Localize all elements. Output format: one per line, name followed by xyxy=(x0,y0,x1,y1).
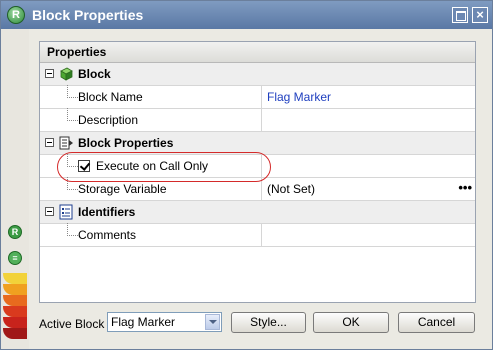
row-execute-on-call-only[interactable]: Execute on Call Only xyxy=(40,154,476,178)
description-value-cell[interactable] xyxy=(261,109,476,131)
close-button[interactable]: × xyxy=(472,7,488,23)
storage-variable-value-cell[interactable]: (Not Set) ••• xyxy=(261,178,476,200)
tree-line xyxy=(67,154,78,167)
category-label: Block xyxy=(78,67,111,81)
ellipsis-button[interactable]: ••• xyxy=(458,180,472,195)
execute-on-call-only-label[interactable]: Execute on Call Only xyxy=(96,159,208,173)
tree-line xyxy=(67,108,78,121)
row-storage-variable[interactable]: Storage Variable (Not Set) ••• xyxy=(40,177,476,201)
rail-r-icon[interactable]: R xyxy=(8,225,22,239)
collapse-toggle-icon[interactable] xyxy=(45,138,54,147)
block-properties-dialog: R Block Properties × R ≡ Properties Bloc… xyxy=(0,0,493,350)
active-block-label: Active Block xyxy=(39,317,105,331)
category-identifiers[interactable]: Identifiers xyxy=(40,201,475,224)
collapse-toggle-icon[interactable] xyxy=(45,69,54,78)
properties-grid: Properties Block Block Name Flag Marker … xyxy=(39,41,476,303)
green-cube-icon xyxy=(60,67,73,81)
category-block-properties[interactable]: Block Properties xyxy=(40,132,475,155)
active-block-select[interactable]: Flag Marker xyxy=(107,312,222,332)
properties-header: Properties xyxy=(40,42,475,63)
comments-value-cell[interactable] xyxy=(261,224,476,246)
execute-on-call-only-checkbox[interactable] xyxy=(78,160,90,172)
property-value-cell[interactable]: Flag Marker xyxy=(261,86,476,108)
color-stripes xyxy=(3,273,27,347)
ok-button[interactable]: OK xyxy=(313,312,389,333)
property-name: Description xyxy=(78,113,139,127)
category-label: Identifiers xyxy=(78,205,136,219)
tree-line xyxy=(67,85,78,98)
storage-variable-value[interactable]: (Not Set) xyxy=(267,182,315,196)
app-logo-icon: R xyxy=(7,6,25,24)
chevron-down-icon[interactable] xyxy=(205,314,220,330)
empty-value-cell xyxy=(261,155,476,177)
maximize-button[interactable] xyxy=(452,7,468,23)
row-comments[interactable]: Comments xyxy=(40,223,476,247)
rail-list-icon[interactable]: ≡ xyxy=(8,251,22,265)
style-button[interactable]: Style... xyxy=(231,312,306,333)
property-name: Comments xyxy=(78,228,137,242)
title-bar[interactable]: R Block Properties × xyxy=(1,1,492,29)
tree-line xyxy=(67,223,78,236)
properties-list-icon xyxy=(59,136,73,150)
active-block-value: Flag Marker xyxy=(111,315,176,329)
property-name: Block Name xyxy=(78,90,143,104)
row-description[interactable]: Description xyxy=(40,108,476,132)
tree-line xyxy=(67,177,78,190)
window-title: Block Properties xyxy=(32,7,144,23)
property-name: Storage Variable xyxy=(78,182,167,196)
row-block-name[interactable]: Block Name Flag Marker xyxy=(40,85,476,109)
category-block[interactable]: Block xyxy=(40,63,475,86)
collapse-toggle-icon[interactable] xyxy=(45,207,54,216)
block-name-value[interactable]: Flag Marker xyxy=(267,90,331,104)
cancel-button[interactable]: Cancel xyxy=(398,312,475,333)
left-rail: R ≡ xyxy=(1,29,29,349)
category-label: Block Properties xyxy=(78,136,174,150)
identifiers-list-icon xyxy=(59,204,73,220)
